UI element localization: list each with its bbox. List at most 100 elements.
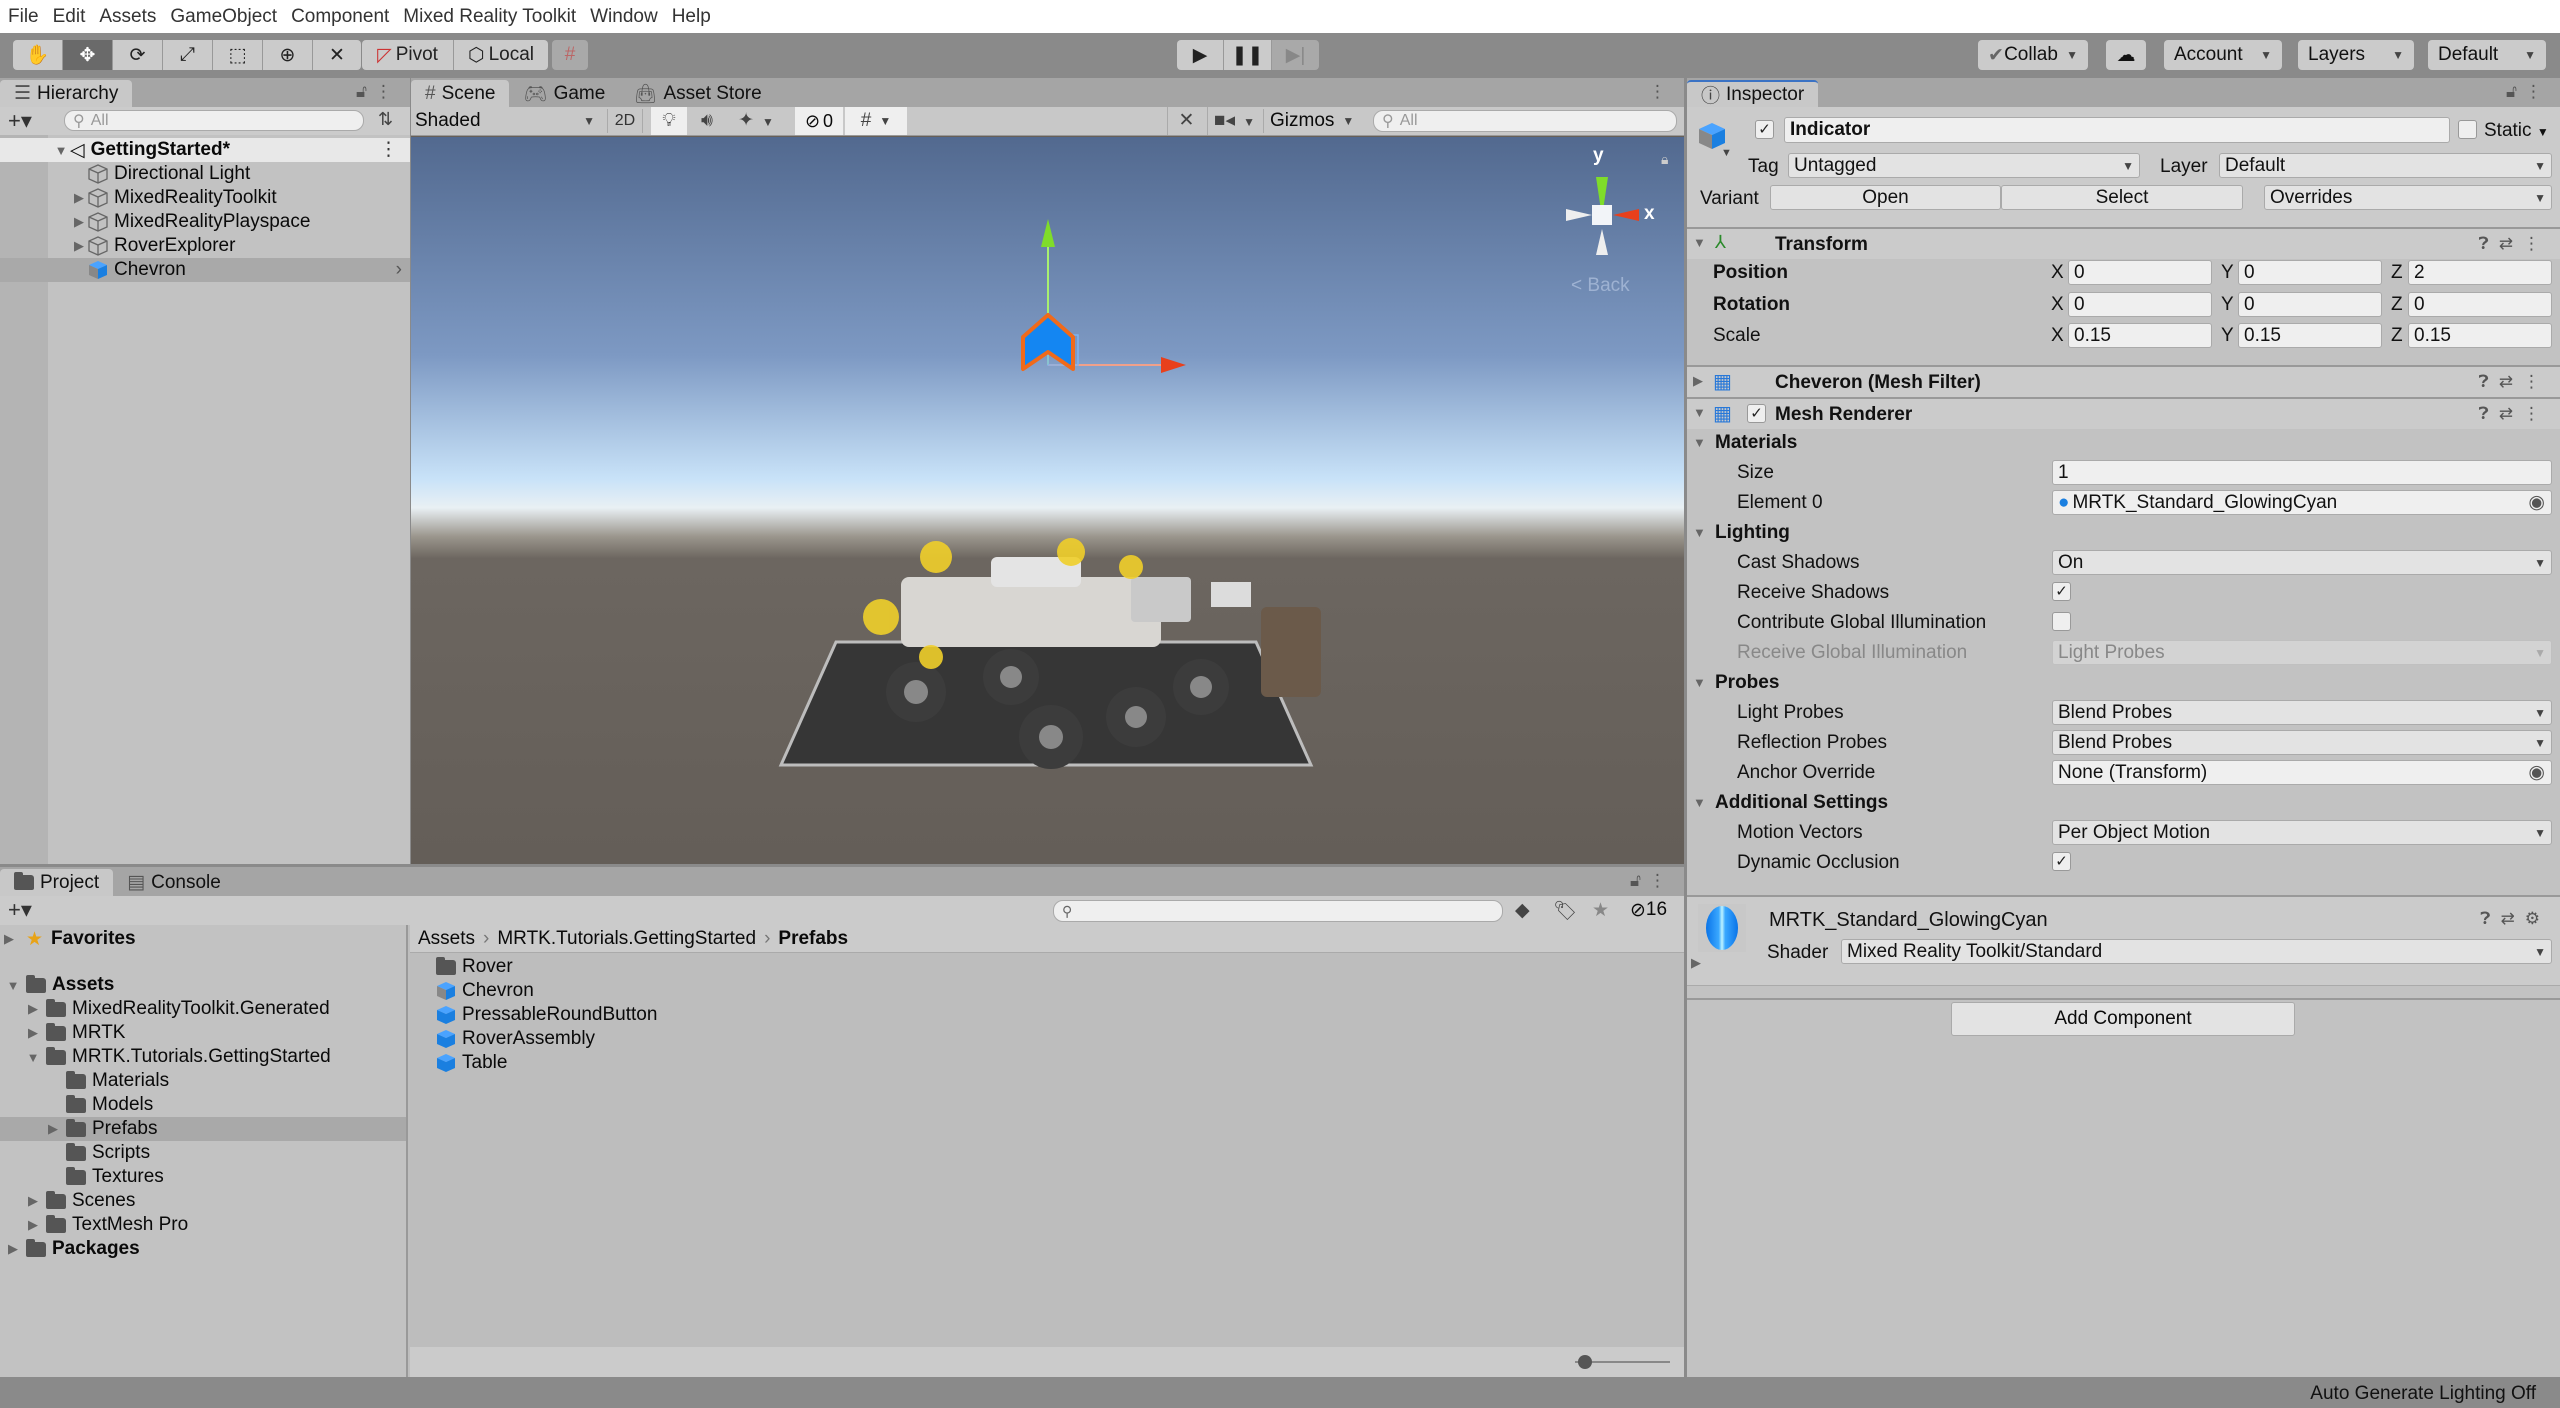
object-picker-icon[interactable]: ◉ — [2528, 491, 2545, 514]
step-button[interactable]: ▶| — [1272, 40, 1319, 70]
hierarchy-item[interactable]: ▶ RoverExplorer — [0, 234, 410, 258]
layers-dropdown[interactable]: Layers ▼ — [2298, 40, 2414, 70]
mesh-filter-header[interactable]: ▶ ▦ Cheveron (Mesh Filter) ❓︎⇄⋮ — [1687, 365, 2560, 397]
breadcrumb-getting-started[interactable]: MRTK.Tutorials.GettingStarted — [497, 928, 756, 950]
scene-viewport[interactable]: y x 🔒︎ < Back — [411, 137, 1684, 864]
search-by-label-icon[interactable]: 🏷︎ — [1553, 899, 1577, 923]
expand-arrow-icon[interactable]: ▶ — [24, 1025, 42, 1041]
axis-x-label[interactable]: X — [2051, 294, 2064, 316]
cast-shadows-dropdown[interactable]: On ▼ — [2052, 550, 2552, 575]
menu-help[interactable]: Help — [672, 6, 711, 28]
project-search-input[interactable]: ⚲ — [1053, 900, 1503, 922]
collapse-arrow-icon[interactable]: ▼ — [1693, 675, 1706, 690]
menu-gameobject[interactable]: GameObject — [170, 6, 277, 28]
shader-dropdown[interactable]: Mixed Reality Toolkit/Standard ▼ — [1841, 939, 2552, 964]
tab-asset-store[interactable]: 👜︎ Asset Store — [619, 80, 775, 107]
tab-game[interactable]: 🎮︎ Game — [509, 80, 619, 107]
expand-arrow-icon[interactable]: ▶ — [1693, 373, 1703, 389]
pause-button[interactable]: ❚❚ — [1224, 40, 1272, 70]
tab-scene[interactable]: # Scene — [411, 80, 510, 107]
layer-dropdown[interactable]: Default ▼ — [2219, 153, 2552, 178]
anchor-override-field[interactable]: None (Transform) ◉ — [2052, 760, 2552, 785]
expand-arrow-icon[interactable]: ▶ — [70, 190, 88, 206]
local-button[interactable]: ⬡ Local — [454, 40, 548, 70]
tab-inspector[interactable]: ⓘ Inspector — [1687, 80, 1819, 107]
breadcrumb-prefabs[interactable]: Prefabs — [778, 928, 848, 950]
grid-snap-button[interactable]: # — [552, 40, 588, 70]
shading-mode-dropdown[interactable]: Shaded ▼ — [415, 109, 595, 133]
hierarchy-item[interactable]: ▶ MixedRealityPlayspace — [0, 210, 410, 234]
position-z-input[interactable]: 2 — [2408, 260, 2552, 285]
axis-z-label[interactable]: Z — [2391, 325, 2403, 347]
move-tool-button[interactable]: ✥ — [63, 40, 113, 70]
materials-size-input[interactable]: 1 — [2052, 460, 2552, 485]
lighting-foldout[interactable]: Lighting — [1715, 522, 1790, 544]
lock-icon[interactable]: 🔒︎ — [1661, 151, 1668, 168]
light-probes-dropdown[interactable]: Blend Probes ▼ — [2052, 700, 2552, 725]
lock-icon[interactable]: 🔓︎ — [1630, 871, 1649, 890]
camera-dropdown[interactable]: ■◂ ▼ — [1207, 107, 1261, 135]
project-file-item[interactable]: RoverAssembly — [436, 1027, 595, 1051]
menu-component[interactable]: Component — [291, 6, 389, 28]
menu-edit[interactable]: Edit — [53, 6, 86, 28]
project-file-item[interactable]: Rover — [436, 955, 513, 979]
lock-icon[interactable]: 🔓︎ — [356, 82, 375, 101]
rect-tool-button[interactable]: ⬚ — [213, 40, 263, 70]
hierarchy-item[interactable]: Directional Light — [0, 162, 410, 186]
icon-size-slider-handle[interactable] — [1578, 1355, 1592, 1369]
open-prefab-button[interactable]: Open — [1770, 185, 2001, 210]
tools-button[interactable]: ✕ — [1167, 107, 1205, 135]
project-file-item[interactable]: Table — [436, 1051, 507, 1075]
presets-icon[interactable]: ⇄ — [2499, 404, 2523, 423]
collab-dropdown[interactable]: ✔ Collab ▼ — [1978, 40, 2088, 70]
project-tree-item[interactable]: ▶ TextMesh Pro — [0, 1213, 406, 1237]
collapse-arrow-icon[interactable]: ▼ — [1693, 525, 1706, 540]
project-file-item[interactable]: Chevron — [436, 979, 534, 1003]
transform-rotation-label[interactable]: Rotation — [1713, 294, 1790, 316]
create-add-icon[interactable]: +▾ — [8, 108, 32, 134]
project-tree-item[interactable]: ▼ Assets — [0, 973, 406, 997]
transform-position-label[interactable]: Position — [1713, 262, 1788, 284]
overrides-dropdown[interactable]: Overrides ▼ — [2264, 185, 2552, 210]
hand-tool-button[interactable]: ✋ — [13, 40, 63, 70]
expand-arrow-icon[interactable]: ▶ — [1691, 955, 1701, 971]
collapse-arrow-icon[interactable]: ▼ — [1693, 795, 1706, 810]
probes-foldout[interactable]: Probes — [1715, 672, 1779, 694]
tab-console[interactable]: ▤ Console — [113, 869, 235, 896]
scene-header-row[interactable]: ▼ ◁ GettingStarted* ⋮ — [0, 138, 410, 162]
collapse-arrow-icon[interactable]: ▼ — [1693, 405, 1706, 420]
mesh-renderer-header[interactable]: ▼ ▦ ✓ Mesh Renderer ❓︎⇄⋮ — [1687, 397, 2560, 429]
rotation-y-input[interactable]: 0 — [2238, 292, 2382, 317]
favorites-star-icon[interactable]: ★ — [1592, 899, 1609, 922]
reflection-probes-dropdown[interactable]: Blend Probes ▼ — [2052, 730, 2552, 755]
motion-vectors-dropdown[interactable]: Per Object Motion ▼ — [2052, 820, 2552, 845]
lock-icon[interactable]: 🔓︎ — [2506, 82, 2525, 101]
project-tree-item[interactable]: Models — [0, 1093, 406, 1117]
help-icon[interactable]: ❓︎ — [2480, 909, 2500, 928]
collapse-arrow-icon[interactable]: ▼ — [4, 978, 22, 993]
more-icon[interactable]: ⋮ — [1649, 871, 1674, 890]
grid-dropdown[interactable]: # ▼ — [845, 107, 907, 135]
orientation-gizmo[interactable] — [1566, 177, 1639, 255]
more-icon[interactable]: ⋮ — [379, 138, 398, 161]
presets-icon[interactable]: ⇄ — [2501, 909, 2525, 928]
project-tree-item[interactable]: Materials — [0, 1069, 406, 1093]
transform-header[interactable]: ▼ ⅄ Transform ❓︎⇄⋮ — [1687, 227, 2560, 259]
rotation-z-input[interactable]: 0 — [2408, 292, 2552, 317]
active-checkbox[interactable]: ✓ — [1755, 120, 1774, 139]
create-add-icon[interactable]: +▾ — [8, 897, 32, 923]
project-tree-item[interactable]: ▶ MRTK — [0, 1021, 406, 1045]
tab-hierarchy[interactable]: ☰ Hierarchy — [0, 80, 133, 107]
cloud-button[interactable]: ☁ — [2106, 40, 2146, 70]
expand-arrow-icon[interactable]: ▶ — [24, 1193, 42, 1209]
search-by-type-icon[interactable]: ◆ — [1515, 899, 1530, 922]
gear-icon[interactable]: ⚙ — [2525, 909, 2550, 928]
position-x-input[interactable]: 0 — [2068, 260, 2212, 285]
menu-assets[interactable]: Assets — [99, 6, 156, 28]
project-tree-item[interactable]: Scripts — [0, 1141, 406, 1165]
help-icon[interactable]: ❓︎ — [2479, 372, 2499, 391]
axis-x-label[interactable]: X — [2051, 262, 2064, 284]
hidden-packages-toggle[interactable]: ⊘ 16 — [1630, 899, 1667, 922]
account-dropdown[interactable]: Account ▼ — [2164, 40, 2282, 70]
expand-arrow-icon[interactable]: ▶ — [24, 1217, 42, 1233]
